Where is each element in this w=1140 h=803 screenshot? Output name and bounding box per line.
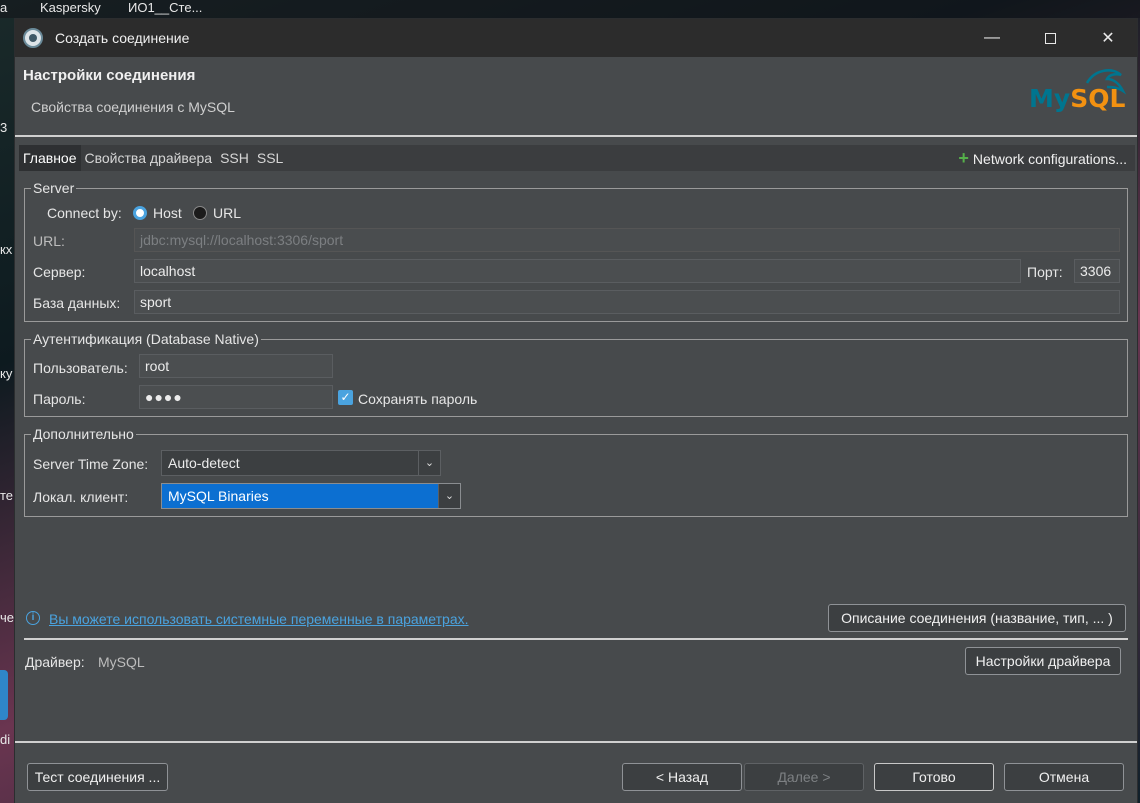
password-label: Пароль: [33, 391, 86, 407]
host-radio[interactable] [133, 206, 147, 220]
desktop-fragment: 3 [0, 120, 8, 135]
dbeaver-app-icon [23, 28, 43, 48]
window-controls: — ✕ [963, 19, 1137, 57]
timezone-select[interactable]: Auto-detect ⌄ [161, 450, 441, 476]
next-button[interactable]: Далее > [744, 763, 864, 791]
connect-by-label: Connect by: [47, 205, 122, 221]
maximize-button[interactable] [1021, 19, 1079, 57]
url-radio-label[interactable]: URL [213, 205, 241, 221]
timezone-label: Server Time Zone: [33, 456, 149, 472]
mysql-logo-text: MySQL [1029, 84, 1125, 113]
title-bar[interactable]: Создать соединение — ✕ [15, 19, 1137, 57]
minimize-button[interactable]: — [963, 19, 1021, 57]
save-password-label[interactable]: Сохранять пароль [358, 391, 477, 407]
plus-icon: + [958, 148, 969, 168]
tab-bar: Главное Свойства драйвера SSH SSL + Netwo… [19, 145, 1135, 171]
server-host-field[interactable]: localhost [134, 259, 1021, 283]
page-subtitle: Свойства соединения с MySQL [31, 99, 235, 115]
header-divider [15, 135, 1137, 137]
desktop-fragment: кх [0, 242, 13, 257]
chevron-down-icon[interactable]: ⌄ [418, 451, 440, 475]
close-icon: ✕ [1101, 30, 1115, 47]
finish-button[interactable]: Готово [874, 763, 994, 791]
desktop-item-kaspersky[interactable]: Kaspersky [40, 0, 101, 15]
local-client-select[interactable]: MySQL Binaries ⌄ [161, 483, 461, 509]
server-label: Сервер: [33, 264, 86, 280]
desktop-fragment: те [0, 488, 14, 503]
additional-legend: Дополнительно [31, 426, 136, 442]
database-field[interactable]: sport [134, 290, 1120, 314]
port-label: Порт: [1027, 264, 1063, 280]
close-button[interactable]: ✕ [1079, 19, 1137, 57]
desktop-fragment: че [0, 610, 15, 625]
dialog-footer: Тест соединения ... < Назад Далее > Гото… [15, 741, 1137, 803]
driver-settings-button[interactable]: Настройки драйвера [965, 647, 1121, 675]
cancel-button[interactable]: Отмена [1004, 763, 1124, 791]
window-title: Создать соединение [55, 30, 190, 46]
network-configurations-button[interactable]: + Network configurations... [958, 145, 1127, 171]
desktop-item[interactable]: а [0, 0, 7, 15]
port-field[interactable]: 3306 [1074, 259, 1120, 283]
tab-ssl[interactable]: SSL [253, 145, 287, 171]
logo-my: My [1029, 84, 1071, 113]
local-client-value: MySQL Binaries [168, 488, 269, 504]
connection-dialog: Создать соединение — ✕ Настройки соедине… [14, 18, 1138, 803]
driver-divider [24, 638, 1128, 640]
save-password-checkbox[interactable]: ✓ [338, 390, 353, 405]
test-connection-button[interactable]: Тест соединения ... [27, 763, 168, 791]
tab-main[interactable]: Главное [19, 145, 81, 171]
system-variables-link[interactable]: Вы можете использовать системные перемен… [49, 611, 469, 627]
local-client-label: Локал. клиент: [33, 489, 129, 505]
info-icon: i [26, 611, 40, 625]
driver-value: MySQL [98, 654, 145, 670]
desktop-fragment: di [0, 732, 11, 747]
desktop-app-icon[interactable] [0, 670, 8, 720]
password-field[interactable]: ●●●● [139, 385, 333, 409]
chevron-down-icon[interactable]: ⌄ [438, 484, 460, 508]
mysql-logo: MySQL [1029, 65, 1129, 113]
maximize-icon [1044, 32, 1056, 44]
desktop-item-document[interactable]: ИО1__Сте... [128, 0, 202, 15]
tab-ssh[interactable]: SSH [216, 145, 253, 171]
url-label: URL: [33, 233, 65, 249]
host-radio-label[interactable]: Host [153, 205, 182, 221]
page-title: Настройки соединения [23, 67, 196, 84]
connection-description-button[interactable]: Описание соединения (название, тип, ... … [828, 604, 1126, 632]
back-button[interactable]: < Назад [622, 763, 742, 791]
timezone-value: Auto-detect [168, 455, 240, 471]
driver-label: Драйвер: [25, 654, 85, 670]
logo-sql: SQL [1070, 84, 1126, 113]
user-label: Пользователь: [33, 360, 128, 376]
dialog-header: Настройки соединения Свойства соединения… [15, 57, 1137, 137]
server-legend: Server [31, 180, 77, 196]
database-label: База данных: [33, 295, 121, 311]
url-radio[interactable] [193, 206, 207, 220]
minimize-icon: — [984, 29, 1000, 46]
tab-driver-properties[interactable]: Свойства драйвера [81, 145, 217, 171]
desktop-fragment: ку [0, 366, 13, 381]
auth-legend: Аутентификация (Database Native) [31, 331, 261, 347]
network-configurations-label: Network configurations... [972, 151, 1127, 167]
url-field[interactable]: jdbc:mysql://localhost:3306/sport [134, 228, 1120, 252]
user-field[interactable]: root [139, 354, 333, 378]
